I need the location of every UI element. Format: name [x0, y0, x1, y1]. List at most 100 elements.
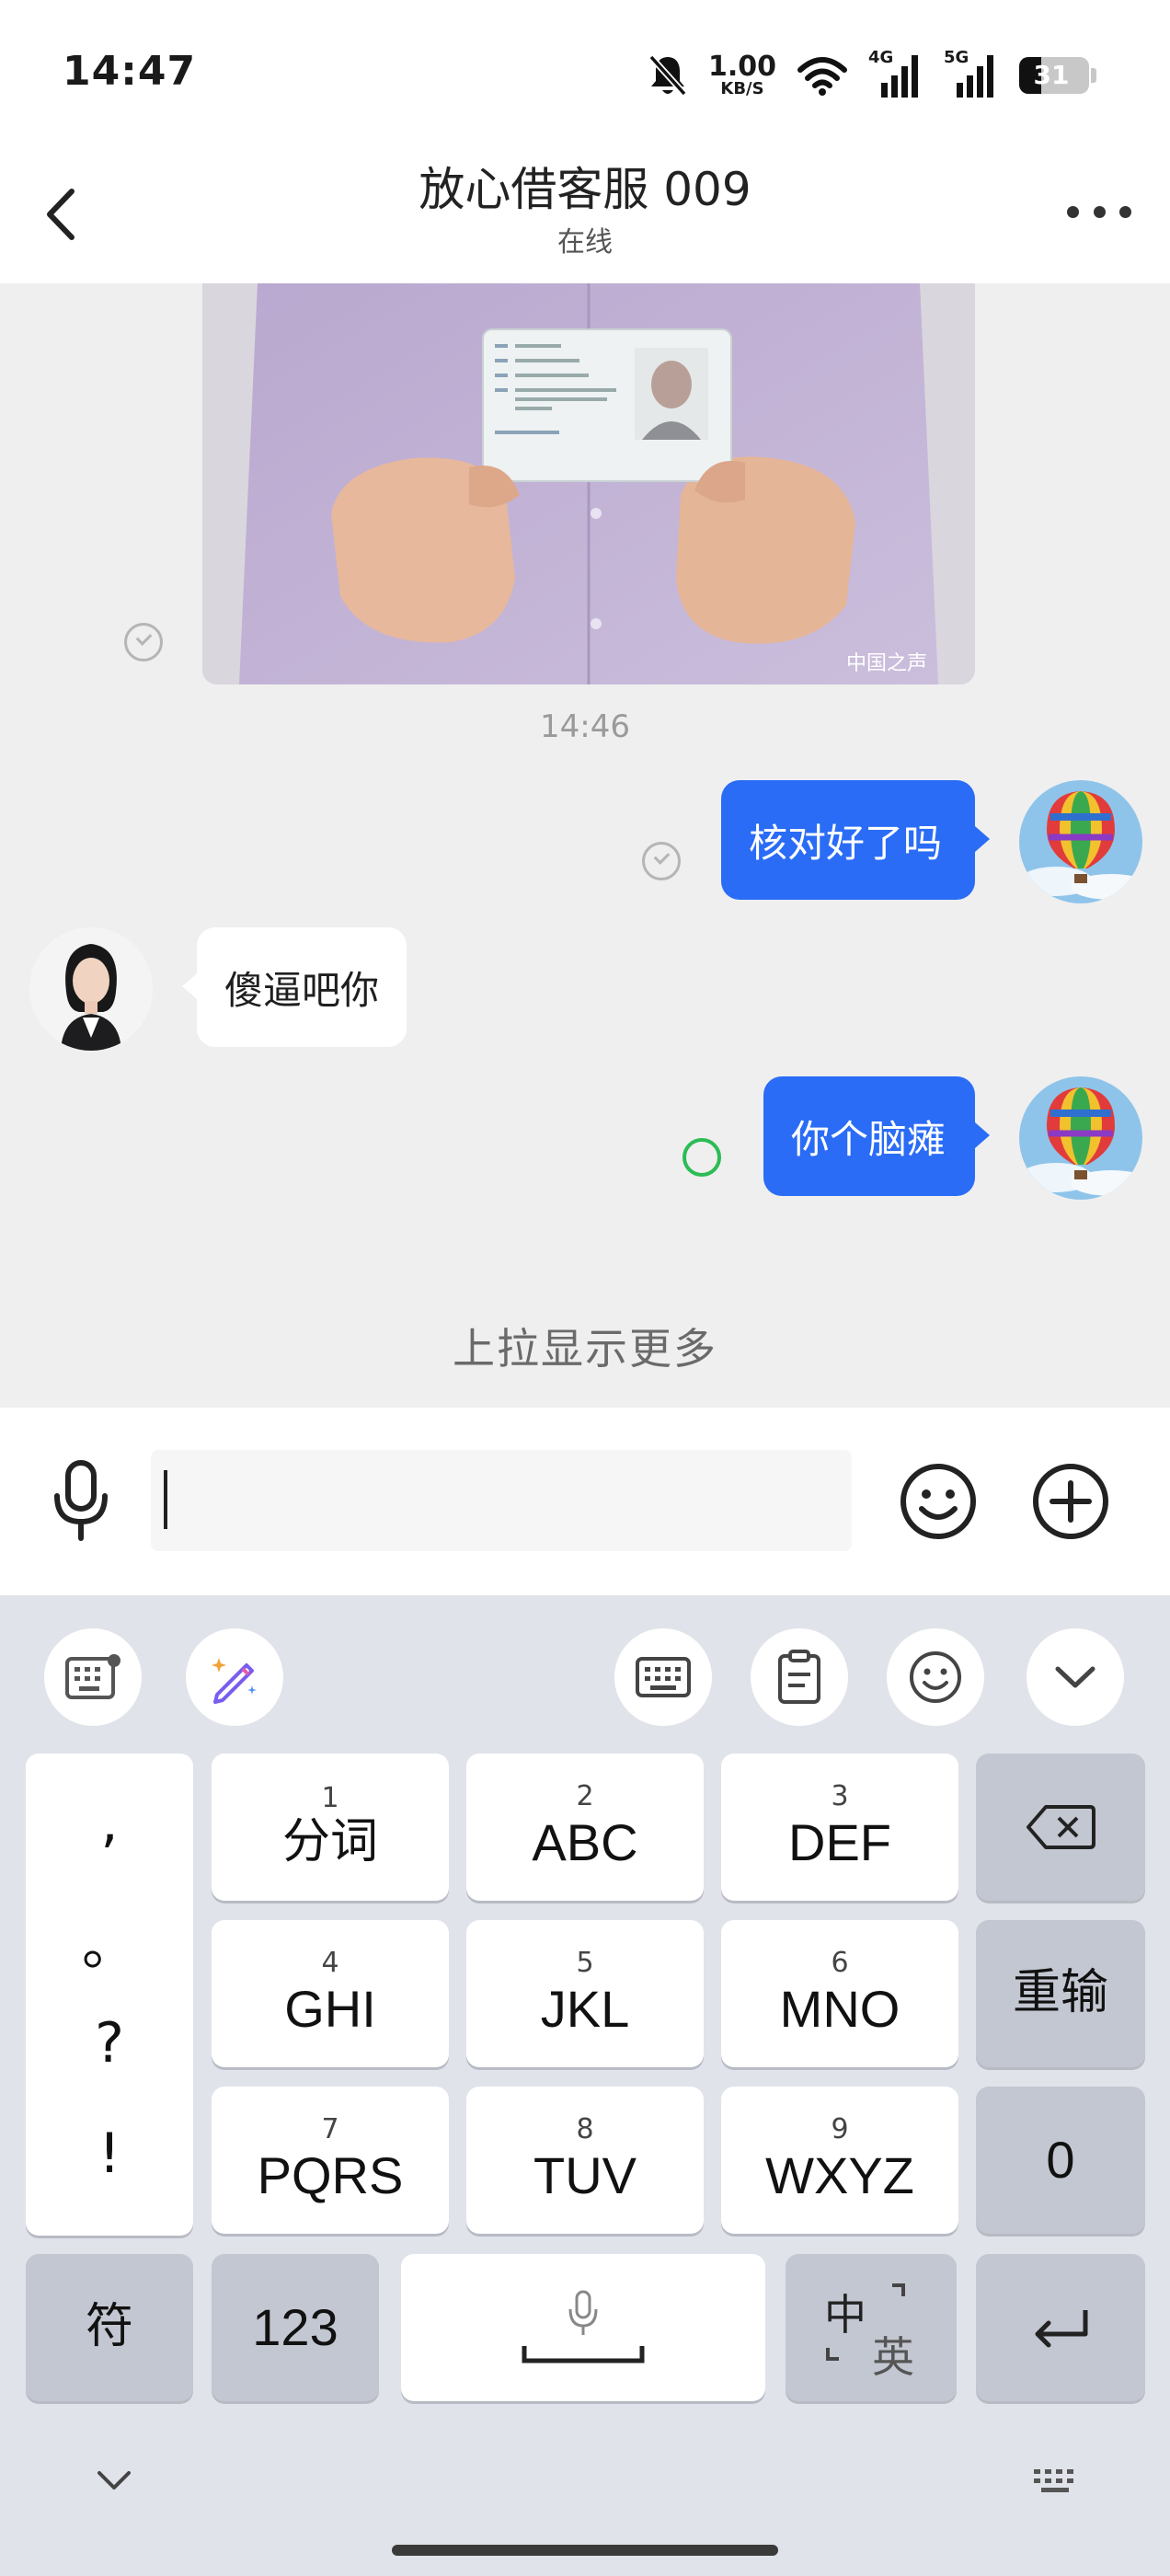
chevron-down-icon [1055, 1666, 1095, 1688]
input-bar [0, 1408, 1170, 1595]
key-label: 0 [1046, 2131, 1075, 2190]
key-6[interactable]: 6 MNO [721, 1920, 958, 2067]
key-num: 3 [831, 1780, 849, 1813]
key-label: 分词 [281, 1814, 378, 1870]
ai-writing-button[interactable] [186, 1628, 283, 1726]
message-text: 你个脑瘫 [791, 1116, 946, 1162]
signal-icon [957, 55, 993, 98]
hide-keyboard-button[interactable] [1027, 1628, 1124, 1726]
status-time: 14:47 [63, 48, 197, 95]
outgoing-message[interactable]: 你个脑瘫 [763, 1076, 990, 1196]
key-num: 7 [321, 2113, 339, 2146]
punctuation-column[interactable]: , 。 ? ! [26, 1754, 193, 2236]
my-avatar[interactable] [1019, 780, 1142, 903]
key-num: 9 [831, 2113, 849, 2146]
more-options-icon[interactable] [1067, 193, 1131, 230]
microphone-icon [568, 2290, 598, 2335]
key-label: WXYZ [765, 2146, 914, 2205]
photo-watermark: 中国之声 [846, 652, 927, 675]
key-label: PQRS [257, 2146, 404, 2205]
key-label: GHI [284, 1980, 376, 2039]
keyboard-icon[interactable] [1030, 2466, 1084, 2497]
message-text: 傻逼吧你 [224, 967, 380, 1013]
clipboard-button[interactable] [751, 1628, 848, 1726]
language-switch-key[interactable]: 中 英 [786, 2254, 957, 2401]
switch-bracket-icon [826, 2283, 905, 2361]
key-label: ABC [532, 1813, 638, 1872]
add-attachment-icon[interactable] [1030, 1461, 1111, 1542]
key-2[interactable]: 2 ABC [466, 1754, 704, 1901]
magic-pen-icon [212, 1658, 257, 1704]
key-label: DEF [788, 1813, 891, 1872]
battery-level: 31 [1033, 60, 1070, 90]
punct-period[interactable]: 。 [26, 1901, 193, 1981]
my-avatar[interactable] [1019, 1076, 1142, 1200]
punct-comma[interactable]: , [26, 1790, 193, 1855]
balloon-avatar-icon [1019, 1076, 1142, 1200]
key-num: 5 [576, 1947, 594, 1980]
status-bar: 14:47 1.00 KB/S 4G 5G 31 [0, 0, 1170, 147]
backspace-key[interactable] [976, 1754, 1145, 1901]
key-4[interactable]: 4 GHI [212, 1920, 449, 2067]
key-num: 8 [576, 2113, 594, 2146]
space-bar-icon [522, 2346, 645, 2363]
signal-5g: 5G [944, 48, 999, 99]
space-key[interactable] [401, 2254, 765, 2401]
incoming-message[interactable]: 傻逼吧你 [182, 927, 407, 1047]
chat-header: 放心借客服 009 在线 [0, 147, 1170, 283]
read-receipt-icon [642, 842, 681, 880]
keyboard-grid-icon [65, 1654, 120, 1699]
agent-avatar[interactable] [29, 927, 153, 1051]
chevron-down-icon[interactable] [94, 2467, 134, 2495]
speed-unit: KB/S [720, 79, 764, 98]
navigation-bar [0, 2429, 1170, 2576]
enter-key[interactable] [976, 2254, 1145, 2401]
punct-exclamation[interactable]: ! [26, 2122, 193, 2186]
home-indicator[interactable] [392, 2545, 778, 2556]
image-message[interactable]: 中国之声 [202, 283, 975, 684]
key-label: MNO [779, 1980, 900, 2039]
enter-icon [1035, 2310, 1088, 2348]
language-toggle: 中 英 [820, 2282, 922, 2382]
mute-bell-icon [648, 54, 687, 97]
message-text: 核对好了吗 [749, 820, 943, 866]
signal-icon [881, 55, 918, 98]
voice-input-icon[interactable] [46, 1459, 116, 1542]
status-icons: 1.00 KB/S 4G 5G 31 [648, 48, 1096, 103]
emoji-icon[interactable] [898, 1461, 979, 1542]
key-1[interactable]: 1 分词 [212, 1754, 449, 1901]
agent-avatar-icon [29, 927, 153, 1051]
punct-question[interactable]: ? [26, 2011, 193, 2076]
message-input[interactable] [151, 1450, 852, 1551]
key-label: JKL [540, 1980, 630, 2039]
battery-icon: 31 [1019, 57, 1089, 94]
key-7[interactable]: 7 PQRS [212, 2087, 449, 2234]
outgoing-message[interactable]: 核对好了吗 [721, 780, 990, 900]
balloon-avatar-icon [1019, 780, 1142, 903]
key-8[interactable]: 8 TUV [466, 2087, 704, 2234]
message-list[interactable]: 中国之声 14:46 核对好了吗 傻逼吧你 你个脑瘫 上拉显示更多 [0, 283, 1170, 1408]
keyboard-settings-button[interactable] [44, 1628, 142, 1726]
keyboard-switch-button[interactable] [614, 1628, 712, 1726]
key-num: 6 [831, 1947, 849, 1980]
key-3[interactable]: 3 DEF [721, 1754, 958, 1901]
network-speed: 1.00 KB/S [708, 53, 776, 98]
online-status: 在线 [557, 226, 613, 259]
read-receipt-icon [124, 623, 163, 661]
keyboard-emoji-button[interactable] [887, 1628, 984, 1726]
backspace-icon [1027, 1805, 1095, 1849]
pull-up-more-hint[interactable]: 上拉显示更多 [0, 1316, 1170, 1376]
key-label: 符 [85, 2299, 133, 2355]
key-num: 2 [576, 1780, 594, 1813]
key-num: 4 [321, 1947, 339, 1980]
symbol-key[interactable]: 符 [26, 2254, 193, 2401]
reenter-key[interactable]: 重输 [976, 1920, 1145, 2067]
key-label: 123 [252, 2298, 338, 2357]
key-label: TUV [533, 2146, 637, 2205]
chat-title: 放心借客服 009 [419, 163, 751, 216]
key-9[interactable]: 9 WXYZ [721, 2087, 958, 2234]
numeric-key[interactable]: 123 [212, 2254, 379, 2401]
message-timestamp: 14:46 [540, 708, 630, 745]
key-0[interactable]: 0 [976, 2087, 1145, 2234]
key-5[interactable]: 5 JKL [466, 1920, 704, 2067]
